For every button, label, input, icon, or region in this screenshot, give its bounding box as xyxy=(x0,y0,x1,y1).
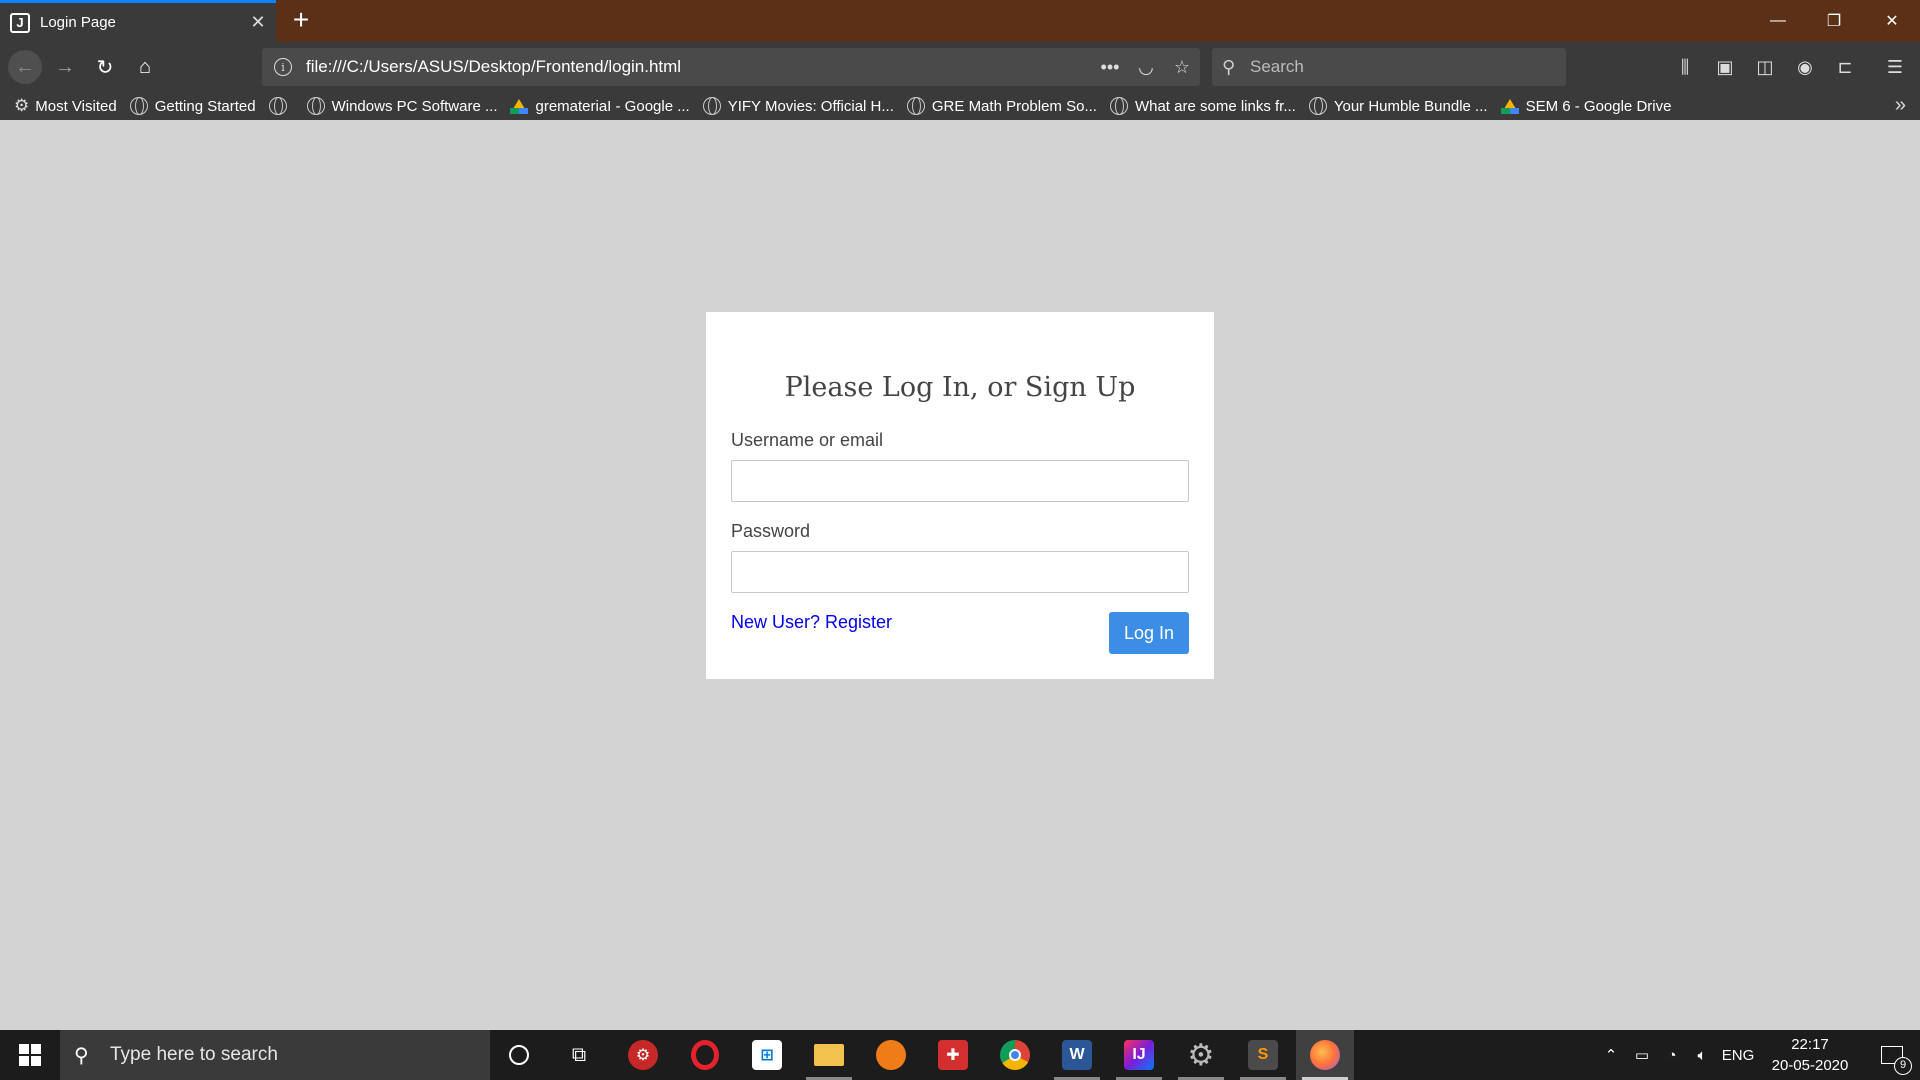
globe-icon xyxy=(1308,97,1327,115)
search-icon: ⚲ xyxy=(74,1044,89,1067)
sidebar-icon[interactable]: ◫ xyxy=(1748,50,1782,84)
search-input[interactable] xyxy=(1250,57,1550,77)
search-icon: ⚲ xyxy=(1222,56,1236,77)
taskbar-search[interactable]: ⚲ xyxy=(60,1030,490,1080)
home-icon[interactable]: ⌂ xyxy=(128,50,162,84)
settings-app-icon[interactable]: ⚙ xyxy=(614,1030,672,1080)
login-button[interactable]: Log In xyxy=(1109,612,1189,654)
reload-icon[interactable]: ↻ xyxy=(88,50,122,84)
close-window-icon[interactable]: ✕ xyxy=(1864,0,1920,42)
opera-icon[interactable] xyxy=(676,1030,734,1080)
wifi-icon[interactable]: ◔ xyxy=(1658,1030,1686,1080)
cortana-icon[interactable] xyxy=(490,1030,548,1080)
extension-icon[interactable]: ▣ xyxy=(1708,50,1742,84)
clock[interactable]: 22:17 20-05-2020 xyxy=(1756,1034,1864,1076)
globe-icon xyxy=(268,97,287,115)
volume-icon[interactable]: 🔈︎ xyxy=(1688,1030,1716,1080)
chevron-double-right-icon[interactable]: » xyxy=(1895,94,1906,117)
globe-icon xyxy=(702,97,721,115)
pocket-icon[interactable]: ◡ xyxy=(1128,57,1164,78)
vlc-icon[interactable] xyxy=(862,1030,920,1080)
globe-icon xyxy=(1109,97,1128,115)
search-bar[interactable]: ⚲ xyxy=(1212,48,1566,86)
taskbar-search-input[interactable] xyxy=(110,1044,470,1066)
forward-arrow-icon[interactable]: → xyxy=(48,50,82,84)
bookmark-star-icon[interactable]: ☆ xyxy=(1164,57,1200,78)
chrome-icon[interactable] xyxy=(986,1030,1044,1080)
gear-icon: ⚙ xyxy=(14,96,30,115)
windows-start-icon[interactable] xyxy=(0,1030,60,1080)
containers-icon[interactable]: ⊏ xyxy=(1828,50,1862,84)
new-tab-button[interactable]: + xyxy=(286,4,316,36)
bookmark-item[interactable]: Windows PC Software ... xyxy=(306,97,497,115)
bookmark-item[interactable]: YIFY Movies: Official H... xyxy=(702,97,894,115)
task-view-icon[interactable]: ⧉ xyxy=(550,1030,608,1080)
info-icon[interactable]: i xyxy=(274,58,292,76)
url-text[interactable]: file:///C:/Users/ASUS/Desktop/Frontend/l… xyxy=(306,57,1092,77)
bookmark-item[interactable]: SEM 6 - Google Drive xyxy=(1500,98,1671,115)
username-field[interactable] xyxy=(731,460,1189,502)
account-icon[interactable]: ◉ xyxy=(1788,50,1822,84)
file-explorer-icon[interactable] xyxy=(800,1030,858,1080)
bookmark-item[interactable]: gremateriaI - Google ... xyxy=(510,98,690,115)
gift-app-icon[interactable]: ✚ xyxy=(924,1030,982,1080)
globe-icon xyxy=(129,97,148,115)
chevron-up-icon[interactable]: ⌃ xyxy=(1598,1030,1624,1080)
intellij-icon[interactable]: IJ xyxy=(1110,1030,1168,1080)
bookmarks-bar: ⚙ Most Visited Getting Started Windows PC… xyxy=(0,92,1920,120)
register-link[interactable]: New User? Register xyxy=(731,612,892,633)
action-center-icon[interactable]: 9 xyxy=(1864,1030,1920,1080)
navigation-toolbar: ← → ↻ ⌂ i file:///C:/Users/ASUS/Desktop/… xyxy=(0,42,1920,92)
password-label: Password xyxy=(731,521,811,541)
library-icon[interactable]: ⫼ xyxy=(1668,50,1702,84)
bookmark-item[interactable] xyxy=(268,97,294,115)
gear-app-icon[interactable]: ⚙ xyxy=(1172,1030,1230,1080)
globe-icon xyxy=(306,97,325,115)
bookmark-item[interactable]: ⚙ Most Visited xyxy=(14,96,117,116)
login-card: Please Log In, or Sign Up Username or em… xyxy=(706,312,1214,679)
tab-bar: J Login Page ✕ + — ❐ ✕ xyxy=(0,0,1920,42)
globe-icon xyxy=(906,97,925,115)
password-field[interactable] xyxy=(731,551,1189,593)
sublime-text-icon[interactable]: S xyxy=(1234,1030,1292,1080)
tab-login-page[interactable]: J Login Page ✕ xyxy=(0,0,276,42)
close-tab-icon[interactable]: ✕ xyxy=(240,12,276,33)
notification-count-badge: 9 xyxy=(1894,1057,1912,1075)
clock-time: 22:17 xyxy=(1791,1036,1829,1053)
bookmark-item[interactable]: What are some links fr... xyxy=(1109,97,1296,115)
minimize-icon[interactable]: — xyxy=(1750,0,1806,42)
google-drive-icon xyxy=(510,98,529,114)
tab-title: Login Page xyxy=(40,14,116,31)
firefox-icon[interactable] xyxy=(1296,1030,1354,1080)
google-drive-icon xyxy=(1500,98,1519,114)
word-icon[interactable]: W xyxy=(1048,1030,1106,1080)
back-arrow-icon[interactable]: ← xyxy=(8,50,42,84)
store-icon[interactable]: ⊞ xyxy=(738,1030,796,1080)
bookmark-item[interactable]: Your Humble Bundle ... xyxy=(1308,97,1488,115)
bookmark-item[interactable]: Getting Started xyxy=(129,97,256,115)
language-indicator[interactable]: ENG xyxy=(1718,1030,1758,1080)
page-title: Please Log In, or Sign Up xyxy=(784,372,1136,403)
taskbar: ⚲ ⧉ ⚙ ⊞ ✚ W IJ ⚙ S ⌃ ▭ ◔ xyxy=(0,1030,1920,1080)
menu-icon[interactable]: ☰ xyxy=(1878,50,1912,84)
bookmark-item[interactable]: GRE Math Problem So... xyxy=(906,97,1097,115)
tab-favicon-icon: J xyxy=(10,12,30,33)
restore-icon[interactable]: ❐ xyxy=(1806,0,1862,42)
battery-icon[interactable]: ▭ xyxy=(1628,1030,1656,1080)
address-bar[interactable]: i file:///C:/Users/ASUS/Desktop/Frontend… xyxy=(262,48,1200,86)
more-actions-icon[interactable]: ••• xyxy=(1092,57,1128,78)
username-label: Username or email xyxy=(731,430,884,450)
clock-date: 20-05-2020 xyxy=(1771,1057,1849,1074)
